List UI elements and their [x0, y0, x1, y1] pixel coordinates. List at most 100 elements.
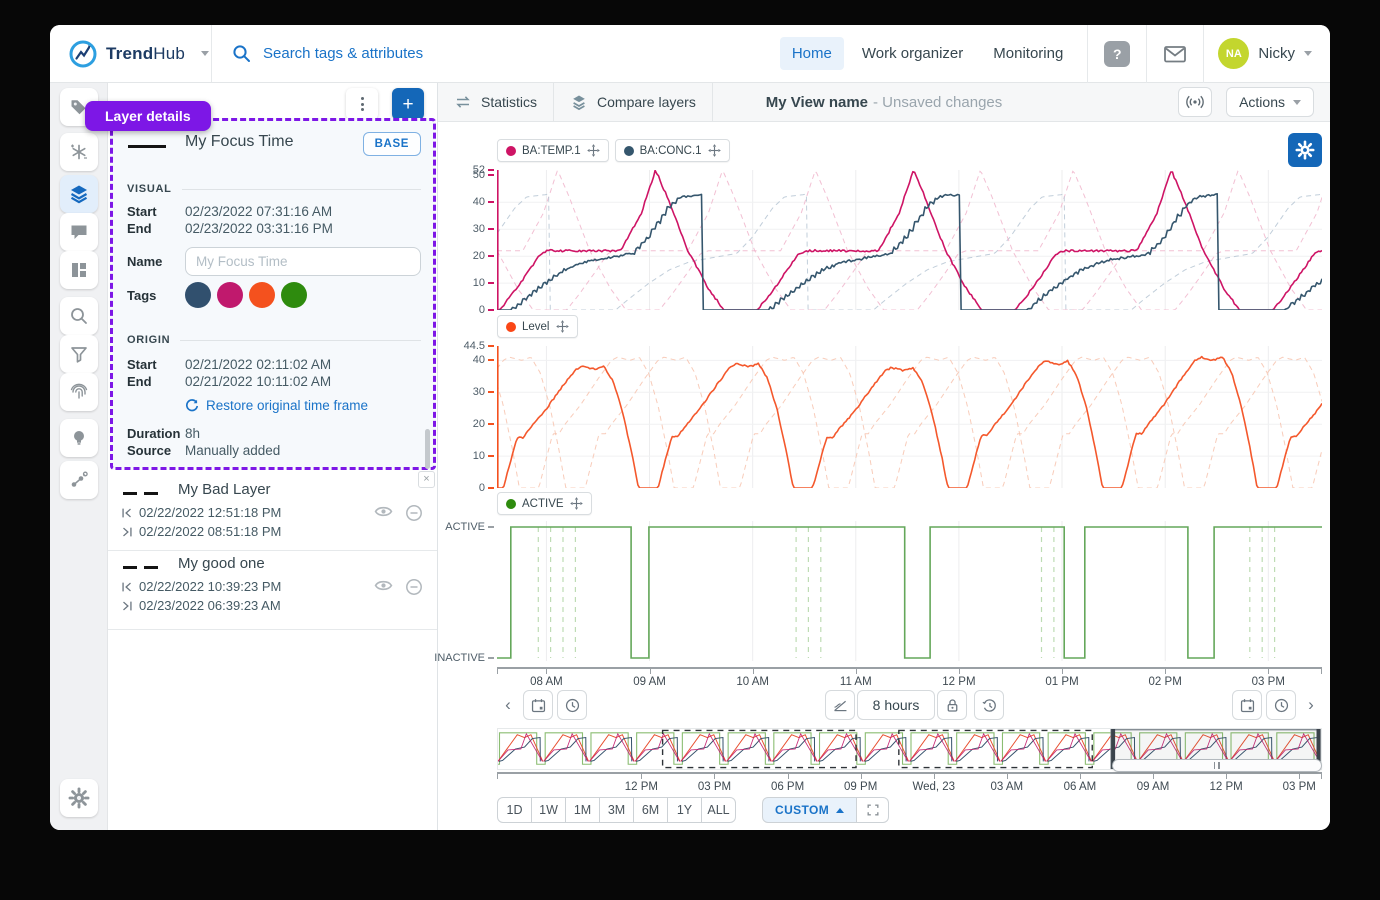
preset-3m-button[interactable]: 3M [599, 797, 634, 823]
panel-scrollbar[interactable] [425, 429, 430, 469]
start-date-button[interactable] [523, 690, 553, 720]
gear-icon [1295, 140, 1315, 160]
tags-label: Tags [127, 288, 185, 303]
chart-settings-button[interactable] [1288, 133, 1322, 167]
help-button[interactable]: ? [1104, 41, 1130, 67]
rail-layers-button[interactable] [60, 175, 98, 213]
end-date-button[interactable] [1232, 690, 1262, 720]
add-layer-button[interactable]: + [392, 88, 424, 120]
layers-panel: + My Focus Time BASE VISUAL Start02/23/2… [108, 83, 438, 830]
app-window: TrendHub Home Work organizer Monitoring … [50, 25, 1330, 830]
y-tick-label: 10 [473, 277, 494, 289]
layer-remove-button[interactable] [405, 504, 423, 522]
app-logo[interactable]: TrendHub [50, 25, 212, 82]
base-badge[interactable]: BASE [363, 132, 421, 156]
rail-connections-button[interactable] [60, 461, 98, 499]
custom-range-button[interactable]: CUSTOM [762, 797, 857, 823]
y-tick-label: 40 [473, 196, 494, 208]
rail-search-button[interactable] [60, 297, 98, 335]
chevron-down-icon[interactable] [201, 51, 209, 56]
preset-all-button[interactable]: ALL [701, 797, 736, 823]
layer-dashed-swatch [123, 566, 158, 569]
refresh-icon [185, 399, 199, 413]
start-time-button[interactable] [557, 690, 587, 720]
lock-duration-button[interactable] [937, 690, 967, 720]
preset-1d-button[interactable]: 1D [497, 797, 532, 823]
global-search[interactable] [212, 44, 780, 63]
live-mode-button[interactable] [1178, 87, 1212, 117]
layer-visibility-button[interactable] [374, 504, 393, 519]
start-label: Start [127, 204, 185, 219]
panel-menu-button[interactable] [346, 88, 378, 120]
rail-fingerprint-button[interactable] [60, 373, 98, 411]
layer-item-good[interactable]: My good one 02/22/2022 10:39:23 PM 02/23… [108, 551, 437, 630]
x-tick-label: 10 AM [736, 676, 769, 688]
preset-1m-button[interactable]: 1M [565, 797, 600, 823]
layer-remove-button[interactable] [405, 578, 423, 596]
end-time-button[interactable] [1266, 690, 1296, 720]
legend-chip-ba-conc-1[interactable]: BA:CONC.1 [615, 139, 730, 162]
rail-recommendations-button[interactable] [60, 419, 98, 457]
rail-comments-button[interactable] [60, 213, 98, 251]
trend-chart-level[interactable]: 44.5403020100 [497, 346, 1322, 488]
restore-time-frame-link[interactable]: Restore original time frame [185, 398, 368, 413]
rail-settings-button[interactable] [60, 779, 98, 817]
close-details-button[interactable]: × [418, 471, 435, 488]
axis-tick [641, 772, 642, 779]
eye-icon [374, 504, 393, 519]
compare-layers-button[interactable]: Compare layers [554, 83, 713, 122]
pan-right-button[interactable]: › [1300, 690, 1322, 720]
rail-dashboard-button[interactable] [60, 251, 98, 289]
tag-color-dot[interactable] [281, 282, 307, 308]
preset-1y-button[interactable]: 1Y [667, 797, 702, 823]
rail-filter-button[interactable] [60, 335, 98, 373]
actions-button[interactable]: Actions [1226, 87, 1314, 117]
clock-icon [564, 697, 581, 714]
preset-6m-button[interactable]: 6M [633, 797, 668, 823]
user-menu[interactable]: NA Nicky [1218, 38, 1312, 69]
layer-visibility-button[interactable] [374, 578, 393, 593]
compare-scales-button[interactable] [825, 690, 855, 720]
rail-calculations-button[interactable] [60, 133, 98, 171]
layer-name-input[interactable] [185, 247, 421, 276]
x-tick-label: 12 PM [1210, 781, 1243, 793]
axis-tick [856, 667, 857, 674]
mail-icon [1163, 44, 1187, 64]
x-tick-label: 03 PM [1252, 676, 1285, 688]
skip-start-icon [120, 580, 134, 594]
context-selection-handle[interactable] [1112, 759, 1322, 772]
y-tick-label: 40 [473, 354, 494, 366]
layer-item-bad[interactable]: My Bad Layer 02/22/2022 12:51:18 PM 02/2… [108, 477, 437, 551]
mail-button[interactable] [1163, 44, 1187, 64]
tag-color-dot[interactable] [217, 282, 243, 308]
duration-button[interactable]: 8 hours [857, 690, 935, 720]
statistics-button[interactable]: Statistics [438, 83, 554, 122]
search-input[interactable] [261, 44, 581, 63]
x-tick-label: 03 PM [698, 781, 731, 793]
legend-chip-active[interactable]: ACTIVE [497, 492, 592, 515]
dashboard-icon [69, 260, 89, 280]
legend-chip-level[interactable]: Level [497, 315, 578, 338]
skip-end-icon [120, 525, 134, 539]
tab-work-organizer[interactable]: Work organizer [850, 37, 975, 70]
axis-tick [1062, 667, 1063, 674]
duration-label: Duration [127, 426, 185, 441]
tag-color-dot[interactable] [249, 282, 275, 308]
axis-tick [1007, 772, 1008, 779]
trend-chart-analog[interactable]: 5250403020100 [497, 170, 1322, 310]
avatar: NA [1218, 38, 1249, 69]
legend-chip-ba-temp-1[interactable]: BA:TEMP.1 [497, 139, 609, 162]
calendar-icon [1239, 697, 1256, 714]
minus-circle-icon [405, 578, 423, 596]
x-tick-label: 09 AM [633, 676, 666, 688]
pan-left-button[interactable]: ‹ [497, 690, 519, 720]
history-button[interactable] [974, 690, 1004, 720]
tab-home[interactable]: Home [780, 37, 844, 70]
tag-color-dot[interactable] [185, 282, 211, 308]
trend-chart-digital[interactable]: ACTIVEINACTIVE [497, 521, 1322, 661]
y-tick-label: 10 [473, 450, 494, 462]
fit-view-button[interactable] [857, 797, 889, 823]
preset-1w-button[interactable]: 1W [531, 797, 566, 823]
axis-tick [1153, 772, 1154, 779]
tab-monitoring[interactable]: Monitoring [981, 37, 1075, 70]
